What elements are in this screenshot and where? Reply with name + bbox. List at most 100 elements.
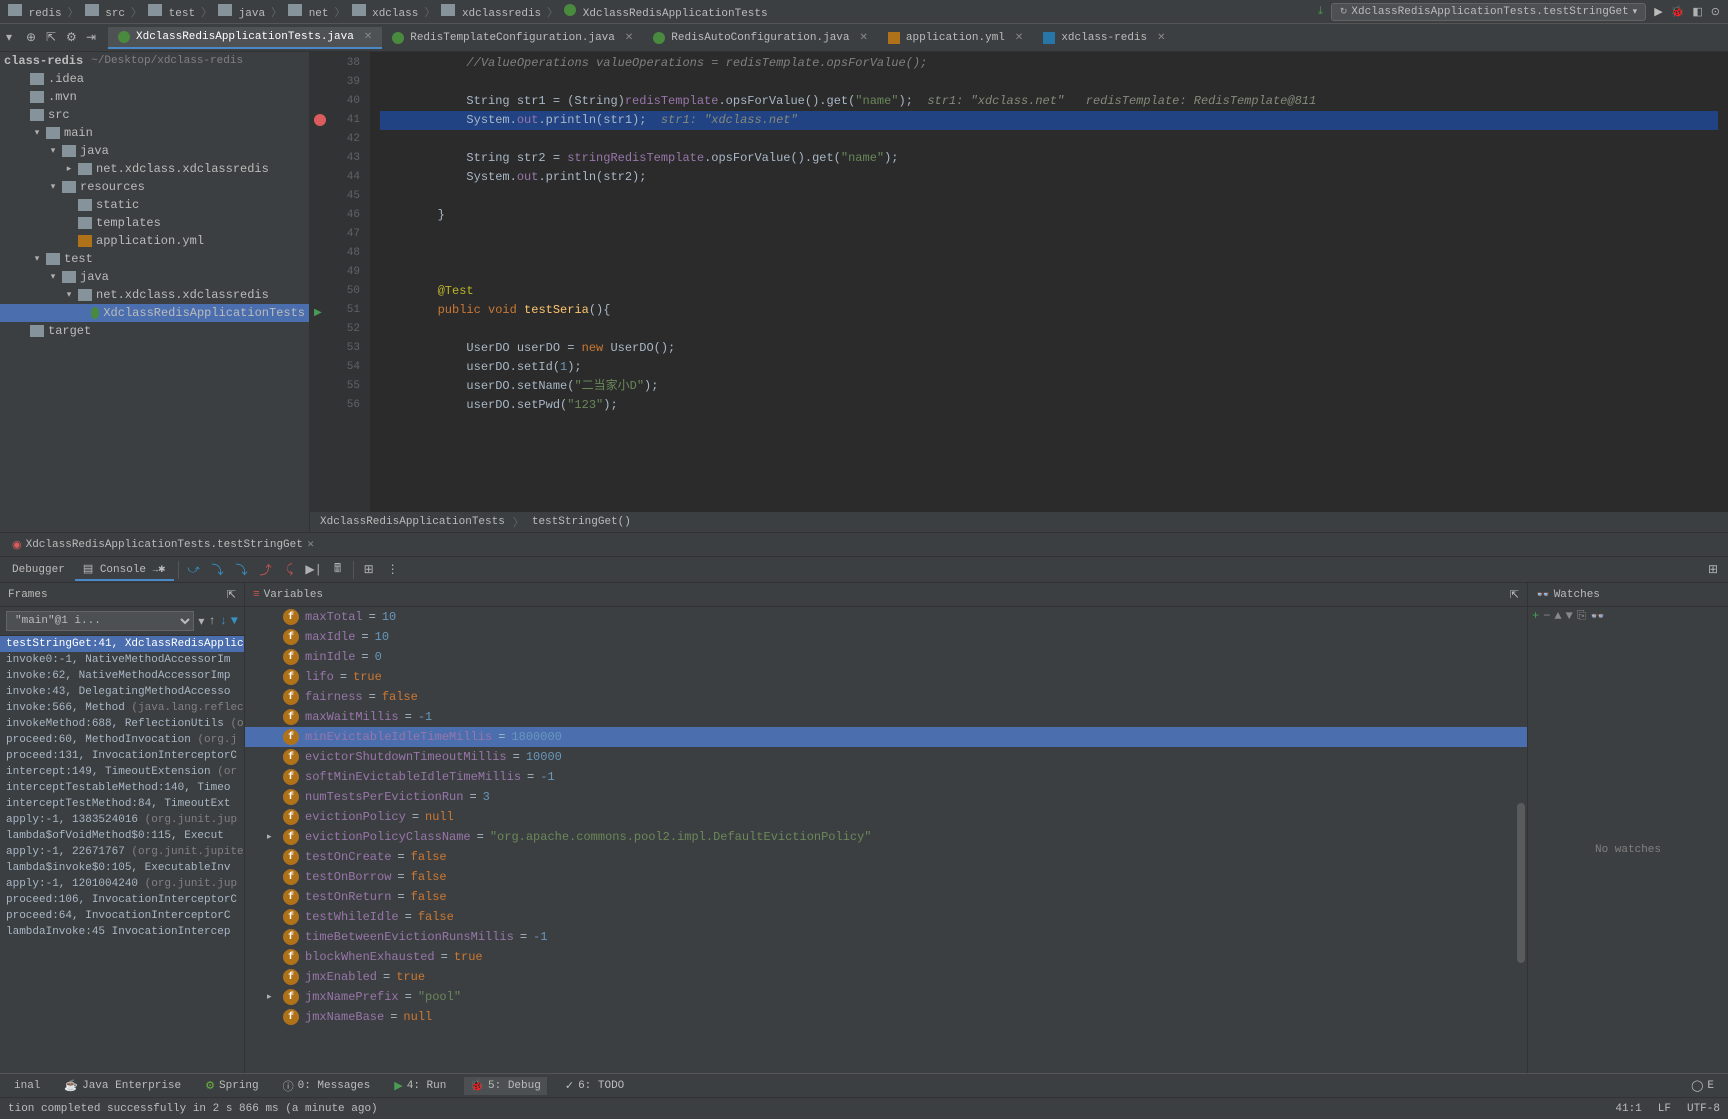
code-line[interactable] <box>380 244 1718 263</box>
frame-item[interactable]: proceed:64, InvocationInterceptorC <box>0 908 244 924</box>
variable-item[interactable]: fmaxWaitMillis = -1 <box>245 707 1527 727</box>
tree-item[interactable]: ▾java <box>0 142 309 160</box>
remove-watch-button[interactable]: − <box>1543 609 1550 624</box>
project-tree[interactable]: class-redis ~/Desktop/xdclass-redis .ide… <box>0 52 310 532</box>
breadcrumb-item[interactable]: XdclassRedisApplicationTests <box>320 516 505 528</box>
gear-icon[interactable]: ⚙ <box>66 30 82 46</box>
frame-item[interactable]: interceptTestableMethod:140, Timeo <box>0 780 244 796</box>
profiler-button[interactable]: ⊙ <box>1711 5 1720 19</box>
code-line[interactable]: public void testSeria(){ <box>380 301 1718 320</box>
tree-item[interactable]: src <box>0 106 309 124</box>
collapse-icon[interactable]: ⇱ <box>46 30 62 46</box>
tree-item[interactable]: ▾test <box>0 250 309 268</box>
run-configuration-selector[interactable]: ↻ XdclassRedisApplicationTests.testStrin… <box>1331 3 1646 21</box>
frame-item[interactable]: testStringGet:41, XdclassRedisApplic <box>0 636 244 652</box>
tree-arrow-icon[interactable]: ▾ <box>32 254 42 264</box>
code-line[interactable] <box>380 225 1718 244</box>
frame-item[interactable]: lambda$ofVoidMethod$0:115, Execut <box>0 828 244 844</box>
line-ending[interactable]: LF <box>1658 1103 1671 1115</box>
coverage-button[interactable]: ◧ <box>1692 5 1702 19</box>
expand-icon[interactable]: ▸ <box>267 832 277 842</box>
close-icon[interactable]: ✕ <box>625 32 633 44</box>
close-icon[interactable]: ✕ <box>1157 32 1165 44</box>
nav-crumb[interactable]: xdclassredis <box>441 4 541 20</box>
breakpoint-icon[interactable] <box>314 114 326 126</box>
code-line[interactable]: String str2 = stringRedisTemplate.opsFor… <box>380 149 1718 168</box>
code-line[interactable]: userDO.setPwd("123"); <box>380 396 1718 415</box>
spring-tab[interactable]: ⚙Spring <box>199 1077 264 1095</box>
frame-item[interactable]: intercept:149, TimeoutExtension (or <box>0 764 244 780</box>
scrollbar[interactable] <box>1517 803 1525 963</box>
file-encoding[interactable]: UTF-8 <box>1687 1103 1720 1115</box>
editor-tab[interactable]: RedisAutoConfiguration.java✕ <box>643 27 878 49</box>
tree-item[interactable]: XdclassRedisApplicationTests <box>0 304 309 322</box>
select-dropdown[interactable]: ▾ <box>6 30 22 46</box>
frame-item[interactable]: invoke:62, NativeMethodAccessorImp <box>0 668 244 684</box>
code-line[interactable] <box>380 130 1718 149</box>
code-line[interactable]: userDO.setName("二当家小D"); <box>380 377 1718 396</box>
variable-item[interactable]: fjmxNameBase = null <box>245 1007 1527 1027</box>
frame-item[interactable]: lambdaInvoke:45 InvocationIntercep <box>0 924 244 940</box>
run-button[interactable]: ▶ <box>1654 5 1662 19</box>
code-area[interactable]: //ValueOperations valueOperations = redi… <box>370 52 1728 532</box>
tree-item[interactable]: ▾resources <box>0 178 309 196</box>
tree-item[interactable]: static <box>0 196 309 214</box>
tree-item[interactable]: .mvn <box>0 88 309 106</box>
debug-tab[interactable]: 🐞5: Debug <box>464 1077 547 1095</box>
nav-crumb[interactable]: src <box>85 4 125 20</box>
settings-button[interactable]: ⊞ <box>1702 559 1724 581</box>
java-ee-tab[interactable]: ☕Java Enterprise <box>58 1077 187 1095</box>
tree-item[interactable]: ▸net.xdclass.xdclassredis <box>0 160 309 178</box>
code-line[interactable]: System.out.println(str2); <box>380 168 1718 187</box>
close-icon[interactable]: ✕ <box>1015 32 1023 44</box>
editor-tab[interactable]: XdclassRedisApplicationTests.java✕ <box>108 27 382 49</box>
run-tab[interactable]: ▶4: Run <box>388 1077 452 1095</box>
frame-item[interactable]: interceptTestMethod:84, TimeoutExt <box>0 796 244 812</box>
variable-item[interactable]: ▸fevictionPolicyClassName = "org.apache.… <box>245 827 1527 847</box>
editor-tab[interactable]: xdclass-redis✕ <box>1033 27 1175 49</box>
frame-item[interactable]: lambda$invoke$0:105, ExecutableInv <box>0 860 244 876</box>
tree-item[interactable]: .idea <box>0 70 309 88</box>
debugger-tab[interactable]: Debugger <box>4 561 73 579</box>
variable-item[interactable]: fminEvictableIdleTimeMillis = 1800000 <box>245 727 1527 747</box>
frame-item[interactable]: apply:-1, 1201004240 (org.junit.jup <box>0 876 244 892</box>
copy-button[interactable]: ⎘ <box>1577 609 1587 624</box>
step-over-button[interactable]: ⤻ <box>183 559 205 581</box>
nav-crumb[interactable]: java <box>218 4 265 20</box>
restore-icon[interactable]: ⇱ <box>227 588 236 602</box>
debug-button[interactable]: 🐞 <box>1671 5 1685 19</box>
tree-item[interactable]: ▾main <box>0 124 309 142</box>
tree-arrow-icon[interactable]: ▾ <box>48 272 58 282</box>
frame-item[interactable]: invokeMethod:688, ReflectionUtils (o <box>0 716 244 732</box>
evaluate-button[interactable]: 🖩 <box>327 559 349 581</box>
nav-crumb[interactable]: redis <box>8 4 62 20</box>
frame-item[interactable]: proceed:60, MethodInvocation (org.j <box>0 732 244 748</box>
editor-gutter[interactable]: 38394041424344454647484950▶515253545556 <box>310 52 370 532</box>
tree-arrow-icon[interactable]: ▾ <box>48 146 58 156</box>
close-icon[interactable]: ✕ <box>307 540 315 550</box>
run-to-cursor-button[interactable]: ▶| <box>303 559 325 581</box>
frame-item[interactable]: invoke0:-1, NativeMethodAccessorIm <box>0 652 244 668</box>
nav-crumb[interactable]: xdclass <box>352 4 419 20</box>
editor-tab[interactable]: RedisTemplateConfiguration.java✕ <box>382 27 643 49</box>
code-line[interactable]: } <box>380 206 1718 225</box>
variable-item[interactable]: ftestWhileIdle = false <box>245 907 1527 927</box>
code-editor[interactable]: 38394041424344454647484950▶515253545556 … <box>310 52 1728 532</box>
nav-crumb[interactable]: test <box>148 4 195 20</box>
variable-item[interactable]: ftestOnCreate = false <box>245 847 1527 867</box>
filter-icon[interactable]: ▼ <box>231 614 238 628</box>
step-into-button[interactable]: ⤵ <box>207 559 229 581</box>
code-line[interactable]: System.out.println(str1); str1: "xdclass… <box>380 111 1718 130</box>
code-line[interactable]: UserDO userDO = new UserDO(); <box>380 339 1718 358</box>
tree-item[interactable]: ▾java <box>0 268 309 286</box>
code-line[interactable]: //ValueOperations valueOperations = redi… <box>380 54 1718 73</box>
tree-item[interactable]: templates <box>0 214 309 232</box>
restore-icon[interactable]: ⇱ <box>1510 588 1519 602</box>
variable-item[interactable]: fmaxTotal = 10 <box>245 607 1527 627</box>
chevron-down-icon[interactable]: ▾ <box>198 614 204 629</box>
frame-item[interactable]: apply:-1, 22671767 (org.junit.jupite <box>0 844 244 860</box>
variable-item[interactable]: fminIdle = 0 <box>245 647 1527 667</box>
tree-arrow-icon[interactable]: ▾ <box>32 128 42 138</box>
frame-item[interactable]: proceed:106, InvocationInterceptorC <box>0 892 244 908</box>
variable-item[interactable]: ▸fjmxNamePrefix = "pool" <box>245 987 1527 1007</box>
